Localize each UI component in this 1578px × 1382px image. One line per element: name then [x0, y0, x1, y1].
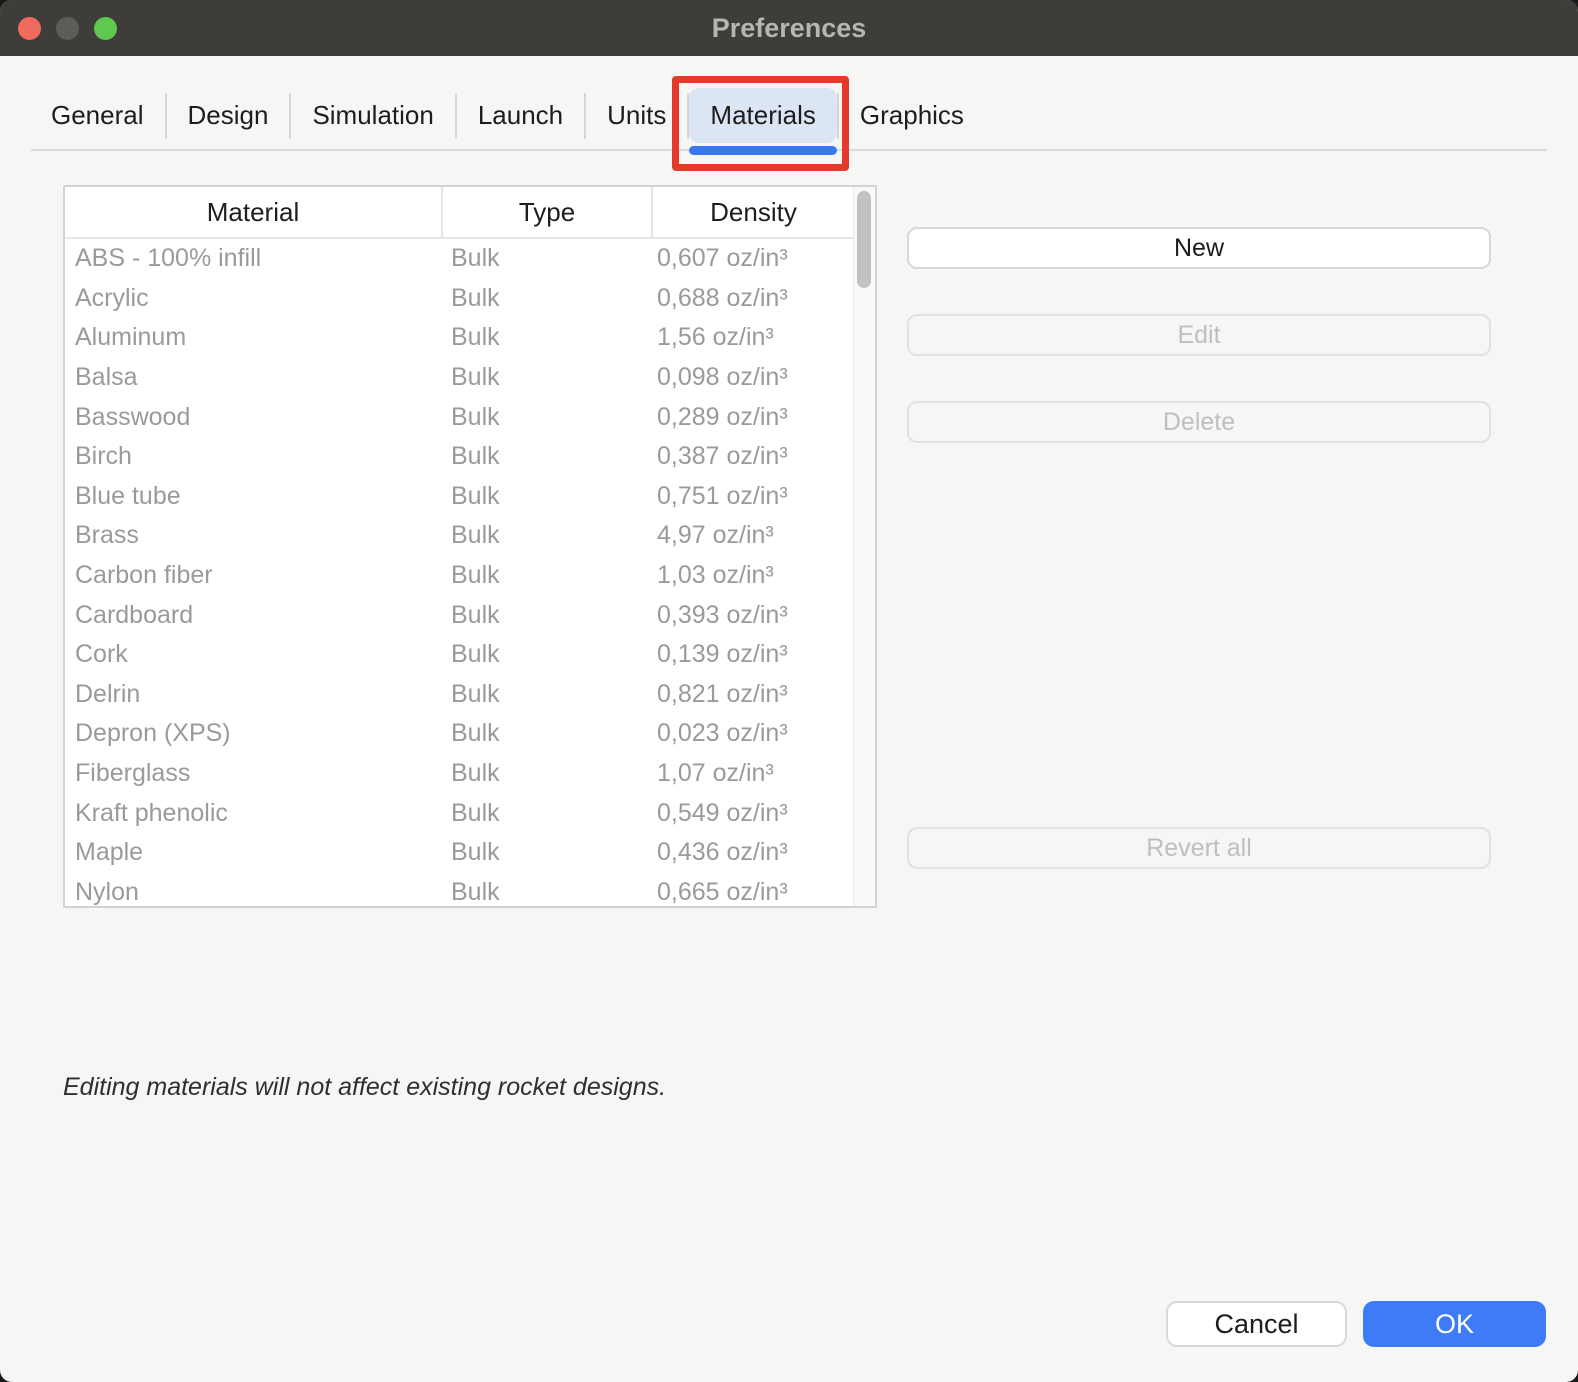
- cell-material: Brass: [65, 521, 443, 550]
- table-row[interactable]: Kraft phenolicBulk0,549 oz/in³: [65, 793, 854, 833]
- table-row[interactable]: CorkBulk0,139 oz/in³: [65, 635, 854, 675]
- table-row[interactable]: NylonBulk0,665 oz/in³: [65, 873, 854, 907]
- cell-type: Bulk: [443, 363, 653, 392]
- action-new-button[interactable]: New: [907, 227, 1491, 269]
- action-edit-button: Edit: [907, 314, 1491, 356]
- table-row[interactable]: AcrylicBulk0,688 oz/in³: [65, 279, 854, 319]
- column-header-density[interactable]: Density: [653, 187, 854, 237]
- preferences-window: Preferences GeneralDesignSimulationLaunc…: [0, 0, 1578, 1382]
- table-row[interactable]: DelrinBulk0,821 oz/in³: [65, 675, 854, 715]
- cell-density: 0,688 oz/in³: [653, 284, 854, 313]
- cell-material: Basswood: [65, 403, 443, 432]
- table-row[interactable]: MapleBulk0,436 oz/in³: [65, 833, 854, 873]
- materials-note: Editing materials will not affect existi…: [63, 1073, 666, 1102]
- cell-density: 0,139 oz/in³: [653, 640, 854, 669]
- cell-material: Depron (XPS): [65, 719, 443, 748]
- action-revert-all-button: Revert all: [907, 827, 1491, 869]
- tab-bar: GeneralDesignSimulationLaunchUnitsMateri…: [30, 88, 985, 143]
- cell-type: Bulk: [443, 482, 653, 511]
- cell-type: Bulk: [443, 521, 653, 550]
- cell-type: Bulk: [443, 244, 653, 273]
- cancel-button[interactable]: Cancel: [1166, 1301, 1347, 1347]
- cell-type: Bulk: [443, 403, 653, 432]
- table-body: ABS - 100% infillBulk0,607 oz/in³Acrylic…: [65, 239, 854, 906]
- table-header: Material Type Density: [65, 187, 854, 239]
- cell-material: Acrylic: [65, 284, 443, 313]
- tab-graphics[interactable]: Graphics: [839, 88, 985, 143]
- cell-type: Bulk: [443, 601, 653, 630]
- cell-material: Birch: [65, 442, 443, 471]
- cell-density: 0,436 oz/in³: [653, 838, 854, 867]
- cell-material: Maple: [65, 838, 443, 867]
- cell-density: 4,97 oz/in³: [653, 521, 854, 550]
- cell-density: 0,665 oz/in³: [653, 878, 854, 906]
- tab-materials[interactable]: Materials: [689, 88, 836, 143]
- table-row[interactable]: ABS - 100% infillBulk0,607 oz/in³: [65, 239, 854, 279]
- cell-type: Bulk: [443, 323, 653, 352]
- materials-table: Material Type Density ABS - 100% infillB…: [63, 185, 877, 908]
- cell-type: Bulk: [443, 680, 653, 709]
- cell-material: Fiberglass: [65, 759, 443, 788]
- cell-material: Blue tube: [65, 482, 443, 511]
- table-row[interactable]: Blue tubeBulk0,751 oz/in³: [65, 477, 854, 517]
- cell-material: Nylon: [65, 878, 443, 906]
- titlebar: Preferences: [0, 0, 1578, 56]
- cell-type: Bulk: [443, 719, 653, 748]
- cell-type: Bulk: [443, 640, 653, 669]
- cell-material: Kraft phenolic: [65, 799, 443, 828]
- cell-type: Bulk: [443, 799, 653, 828]
- cell-material: ABS - 100% infill: [65, 244, 443, 273]
- cell-material: Delrin: [65, 680, 443, 709]
- cell-material: Cork: [65, 640, 443, 669]
- cell-density: 0,751 oz/in³: [653, 482, 854, 511]
- cell-density: 1,03 oz/in³: [653, 561, 854, 590]
- cell-material: Carbon fiber: [65, 561, 443, 590]
- column-header-type[interactable]: Type: [443, 187, 653, 237]
- cell-type: Bulk: [443, 759, 653, 788]
- table-row[interactable]: BirchBulk0,387 oz/in³: [65, 437, 854, 477]
- cell-density: 0,393 oz/in³: [653, 601, 854, 630]
- table-row[interactable]: CardboardBulk0,393 oz/in³: [65, 595, 854, 635]
- cell-type: Bulk: [443, 284, 653, 313]
- cell-density: 0,387 oz/in³: [653, 442, 854, 471]
- table-row[interactable]: Carbon fiberBulk1,03 oz/in³: [65, 556, 854, 596]
- cell-density: 0,289 oz/in³: [653, 403, 854, 432]
- cell-density: 0,023 oz/in³: [653, 719, 854, 748]
- tab-units[interactable]: Units: [586, 88, 687, 143]
- cell-type: Bulk: [443, 838, 653, 867]
- table-row[interactable]: BasswoodBulk0,289 oz/in³: [65, 397, 854, 437]
- table-row[interactable]: Depron (XPS)Bulk0,023 oz/in³: [65, 714, 854, 754]
- scrollbar-thumb[interactable]: [857, 191, 871, 288]
- cell-density: 0,098 oz/in³: [653, 363, 854, 392]
- tab-design[interactable]: Design: [167, 88, 290, 143]
- ok-button[interactable]: OK: [1363, 1301, 1546, 1347]
- cell-type: Bulk: [443, 878, 653, 906]
- cell-density: 0,821 oz/in³: [653, 680, 854, 709]
- cell-type: Bulk: [443, 442, 653, 471]
- window-title: Preferences: [0, 0, 1578, 56]
- tab-simulation[interactable]: Simulation: [291, 88, 454, 143]
- cell-material: Balsa: [65, 363, 443, 392]
- tab-launch[interactable]: Launch: [457, 88, 584, 143]
- table-row[interactable]: BalsaBulk0,098 oz/in³: [65, 358, 854, 398]
- cell-material: Cardboard: [65, 601, 443, 630]
- table-row[interactable]: BrassBulk4,97 oz/in³: [65, 516, 854, 556]
- cell-density: 0,607 oz/in³: [653, 244, 854, 273]
- table-row[interactable]: FiberglassBulk1,07 oz/in³: [65, 754, 854, 794]
- action-delete-button: Delete: [907, 401, 1491, 443]
- cell-density: 0,549 oz/in³: [653, 799, 854, 828]
- cell-type: Bulk: [443, 561, 653, 590]
- cell-density: 1,56 oz/in³: [653, 323, 854, 352]
- table-row[interactable]: AluminumBulk1,56 oz/in³: [65, 318, 854, 358]
- tab-general[interactable]: General: [30, 88, 165, 143]
- annotation-highlight-rect: [672, 76, 848, 171]
- cell-material: Aluminum: [65, 323, 443, 352]
- scrollbar-track[interactable]: [853, 187, 875, 906]
- column-header-material[interactable]: Material: [65, 187, 443, 237]
- cell-density: 1,07 oz/in³: [653, 759, 854, 788]
